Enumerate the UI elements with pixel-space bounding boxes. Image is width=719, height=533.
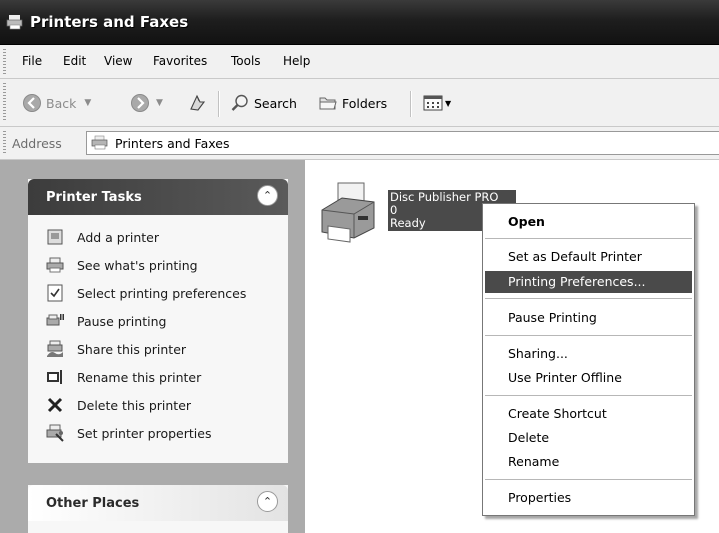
menu-printing-preferences[interactable]: Printing Preferences... <box>508 274 646 289</box>
printer-tasks-header[interactable]: Printer Tasks ⌃ <box>28 179 288 215</box>
delete-x-icon <box>47 397 63 413</box>
toolbar: Back ▼ ▼ Search Folders ▼ <box>0 79 719 127</box>
menu-favorites[interactable]: Favorites <box>153 54 207 68</box>
task-label: Pause printing <box>77 314 167 329</box>
task-set-properties[interactable]: Set printer properties <box>28 421 288 449</box>
task-label: Add a printer <box>77 230 160 245</box>
toolbar-grip[interactable] <box>3 83 6 122</box>
printer-folder-icon <box>91 135 108 150</box>
toolbar-separator <box>218 91 220 117</box>
preferences-icon <box>47 284 63 302</box>
address-value: Printers and Faxes <box>115 136 230 151</box>
forward-dropdown-icon[interactable]: ▼ <box>156 98 163 108</box>
collapse-chevron-icon[interactable]: ⌃ <box>257 491 278 512</box>
menu-set-default[interactable]: Set as Default Printer <box>508 249 642 264</box>
menu-pause-printing[interactable]: Pause Printing <box>508 310 597 325</box>
task-pause-printing[interactable]: Pause printing <box>28 309 288 337</box>
menu-separator <box>485 335 692 336</box>
menu-use-offline[interactable]: Use Printer Offline <box>508 370 622 385</box>
print-queue-icon <box>46 257 64 273</box>
back-label: Back <box>46 95 77 111</box>
up-folder-icon <box>190 94 206 111</box>
menu-open[interactable]: Open <box>508 214 545 229</box>
menu-properties[interactable]: Properties <box>508 490 571 505</box>
properties-icon <box>46 424 64 442</box>
address-label: Address <box>12 136 62 151</box>
context-menu: Open Set as Default Printer Printing Pre… <box>482 203 695 516</box>
task-label: Select printing preferences <box>77 286 247 301</box>
menu-file[interactable]: File <box>22 54 42 68</box>
other-places-header[interactable]: Other Places ⌃ <box>28 485 288 521</box>
menu-rename[interactable]: Rename <box>508 454 559 469</box>
window-title: Printers and Faxes <box>30 13 189 31</box>
collapse-chevron-icon[interactable]: ⌃ <box>257 185 278 206</box>
add-printer-icon <box>47 229 63 245</box>
printer-icon[interactable] <box>318 180 378 248</box>
up-folder-button[interactable] <box>188 93 208 113</box>
menu-create-shortcut[interactable]: Create Shortcut <box>508 406 607 421</box>
menu-bar: File Edit View Favorites Tools Help <box>0 45 719 79</box>
menu-sharing[interactable]: Sharing... <box>508 346 568 361</box>
addressbar-grip[interactable] <box>3 131 6 155</box>
address-input[interactable]: Printers and Faxes <box>86 131 719 155</box>
folders-icon <box>319 97 337 110</box>
task-add-printer[interactable]: Add a printer <box>28 225 288 253</box>
forward-button[interactable]: ▼ <box>130 93 163 113</box>
task-label: Rename this printer <box>77 370 202 385</box>
folders-label: Folders <box>342 95 388 111</box>
task-label: See what's printing <box>77 258 198 273</box>
search-icon <box>231 94 248 111</box>
menu-separator <box>485 395 692 396</box>
menu-help[interactable]: Help <box>283 54 310 68</box>
menu-separator <box>485 238 692 239</box>
menu-separator <box>485 479 692 480</box>
task-label: Share this printer <box>77 342 187 357</box>
menubar-grip[interactable] <box>3 49 6 74</box>
task-rename-printer[interactable]: Rename this printer <box>28 365 288 393</box>
title-bar: Printers and Faxes <box>0 0 719 45</box>
task-pane: Printer Tasks ⌃ Add a printer See what's… <box>0 160 305 533</box>
other-places-panel: Other Places ⌃ <box>28 485 288 533</box>
share-printer-icon <box>47 340 63 357</box>
printer-task-list: Add a printer See what's printing Select… <box>28 215 288 449</box>
pause-printer-icon <box>46 314 64 326</box>
menu-view[interactable]: View <box>104 54 132 68</box>
other-places-title: Other Places <box>46 496 140 511</box>
task-delete-printer[interactable]: Delete this printer <box>28 393 288 421</box>
toolbar-separator <box>410 91 412 117</box>
search-button[interactable]: Search <box>230 93 297 113</box>
search-label: Search <box>254 95 297 111</box>
printer-tasks-panel: Printer Tasks ⌃ Add a printer See what's… <box>28 179 288 463</box>
task-see-printing[interactable]: See what's printing <box>28 253 288 281</box>
printer-tasks-title: Printer Tasks <box>46 190 142 205</box>
views-icon <box>423 95 443 111</box>
back-arrow-icon <box>23 94 41 112</box>
back-dropdown-icon[interactable]: ▼ <box>84 98 91 108</box>
menu-edit[interactable]: Edit <box>63 54 86 68</box>
back-button[interactable]: Back ▼ <box>22 93 91 113</box>
menu-delete[interactable]: Delete <box>508 430 549 445</box>
task-label: Delete this printer <box>77 398 192 413</box>
address-bar: Address Printers and Faxes <box>0 127 719 160</box>
rename-icon <box>47 370 62 384</box>
forward-arrow-icon <box>131 94 149 112</box>
printer-icon <box>6 15 23 30</box>
task-label: Set printer properties <box>77 426 212 441</box>
menu-tools[interactable]: Tools <box>231 54 261 68</box>
menu-separator <box>485 298 692 299</box>
task-select-preferences[interactable]: Select printing preferences <box>28 281 288 309</box>
task-share-printer[interactable]: Share this printer <box>28 337 288 365</box>
folders-button[interactable]: Folders <box>318 93 387 113</box>
views-dropdown-icon[interactable]: ▼ <box>445 99 451 108</box>
views-button[interactable]: ▼ <box>422 93 451 113</box>
